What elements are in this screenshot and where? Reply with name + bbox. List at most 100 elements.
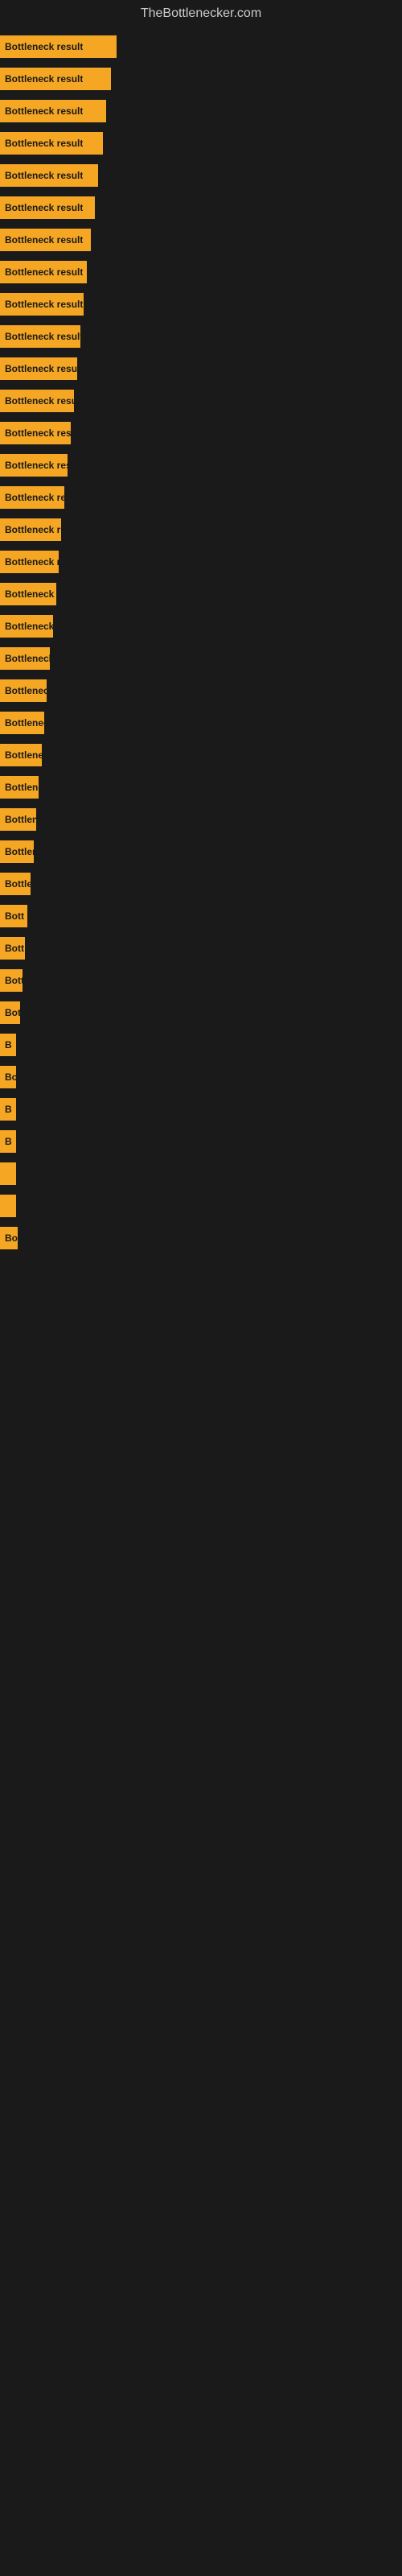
bar-row: Bo bbox=[0, 1066, 402, 1088]
bar-row: Bottleneck result bbox=[0, 229, 402, 251]
bar-row: Bottleneck result bbox=[0, 422, 402, 444]
bar-row: Bottleneck result bbox=[0, 551, 402, 573]
bar-label: Bottleneck res bbox=[5, 717, 44, 729]
bar-label: Bottleneck result bbox=[5, 427, 71, 439]
bar-label: Bottlen bbox=[5, 846, 34, 857]
bar-item: B bbox=[0, 1034, 16, 1056]
bar-item: B bbox=[0, 1098, 16, 1121]
bar-row: Bottlen bbox=[0, 969, 402, 992]
bar-item: Bottleneck resu bbox=[0, 808, 36, 831]
bar-row bbox=[0, 1195, 402, 1217]
bar-item: Bottleneck result bbox=[0, 518, 61, 541]
bar-row: Bottleneck result bbox=[0, 293, 402, 316]
bar-label: B bbox=[5, 1136, 12, 1147]
bar-label: Bot bbox=[5, 1007, 20, 1018]
bar-row: Bottleneck result bbox=[0, 454, 402, 477]
bar-row: Bottleneck resu bbox=[0, 808, 402, 831]
bar-label: Bottleneck result bbox=[5, 266, 83, 278]
bar-item bbox=[0, 1195, 16, 1217]
bar-item: Bottleneck result bbox=[0, 229, 91, 251]
bar-row: Bottleneck result bbox=[0, 357, 402, 380]
bar-item: Bottleneck result bbox=[0, 357, 77, 380]
bar-row: B bbox=[0, 1130, 402, 1153]
bar-item: Bottleneck bbox=[0, 776, 39, 799]
bar-row: Bo bbox=[0, 1227, 402, 1249]
bar-label: Bott bbox=[5, 910, 24, 922]
bar-item: Bottleneck result bbox=[0, 100, 106, 122]
bar-label: Bottleneck result bbox=[5, 234, 83, 246]
bar-row: Bottleneck result bbox=[0, 68, 402, 90]
bar-label: Bottleneck bbox=[5, 782, 39, 793]
bar-label: B bbox=[5, 1039, 12, 1051]
bar-item: Bottleneck result bbox=[0, 132, 103, 155]
bar-item: Bot bbox=[0, 1001, 20, 1024]
bar-row: Bottleneck result bbox=[0, 164, 402, 187]
bar-row: Bottleneck resu bbox=[0, 679, 402, 702]
bar-item: Bottleneck result bbox=[0, 261, 87, 283]
bar-label: Bottleneck result bbox=[5, 41, 83, 52]
bar-item: Bottle bbox=[0, 873, 31, 895]
bar-row: Bottleneck result bbox=[0, 583, 402, 605]
bar-row: B bbox=[0, 1098, 402, 1121]
bar-row: Bott bbox=[0, 905, 402, 927]
bar-row: Bottleneck r bbox=[0, 647, 402, 670]
bar-item: Bottlen bbox=[0, 969, 23, 992]
bar-item: Bottleneck res bbox=[0, 712, 44, 734]
bar-item: Bottleneck result bbox=[0, 454, 68, 477]
bar-item: Bottleneck result bbox=[0, 551, 59, 573]
bar-label: B bbox=[5, 1104, 12, 1115]
bar-item bbox=[0, 1162, 16, 1185]
bar-item: Bottleneck resu bbox=[0, 679, 47, 702]
bar-label: Bottle bbox=[5, 878, 31, 890]
bar-item: Bottleneck result bbox=[0, 68, 111, 90]
bar-item: Bo bbox=[0, 1066, 16, 1088]
bar-row: Bottleneck result bbox=[0, 744, 402, 766]
bar-item: Bott bbox=[0, 905, 27, 927]
bar-row: Bottleneck result bbox=[0, 35, 402, 58]
bar-label: Bottleneck result bbox=[5, 363, 77, 374]
bar-item: Bottleneck result bbox=[0, 164, 98, 187]
bar-item: Bottleneck resu bbox=[0, 615, 53, 638]
bar-item: Bottleneck result bbox=[0, 196, 95, 219]
bar-label: Bottleneck resu bbox=[5, 621, 53, 632]
site-title: TheBottlenecker.com bbox=[0, 0, 402, 27]
bar-row: Bott bbox=[0, 937, 402, 960]
bar-label: Bott bbox=[5, 943, 24, 954]
bar-row: Bottleneck res bbox=[0, 712, 402, 734]
bar-item: Bottleneck result bbox=[0, 390, 74, 412]
bar-label: Bottleneck result bbox=[5, 556, 59, 568]
bar-item: Bottleneck result bbox=[0, 422, 71, 444]
bar-row: Bottleneck result bbox=[0, 132, 402, 155]
bar-row: Bottleneck result bbox=[0, 390, 402, 412]
bar-row: Bottleneck result bbox=[0, 518, 402, 541]
bar-label: Bottleneck result bbox=[5, 492, 64, 503]
bar-label: Bottleneck result bbox=[5, 73, 83, 85]
bar-row bbox=[0, 1162, 402, 1185]
bar-row: Bottle bbox=[0, 873, 402, 895]
bar-label: Bottleneck r bbox=[5, 653, 50, 664]
bar-label: Bottleneck resu bbox=[5, 685, 47, 696]
bar-label: Bottleneck result bbox=[5, 170, 83, 181]
bar-row: Bot bbox=[0, 1001, 402, 1024]
bar-row: Bottleneck result bbox=[0, 325, 402, 348]
bar-row: Bottleneck result bbox=[0, 486, 402, 509]
bar-item: Bottleneck result bbox=[0, 744, 42, 766]
bar-item: Bott bbox=[0, 937, 25, 960]
bar-item: Bottlen bbox=[0, 840, 34, 863]
bar-label: Bottleneck result bbox=[5, 395, 74, 407]
bar-item: Bottleneck result bbox=[0, 293, 84, 316]
bar-item: Bo bbox=[0, 1227, 18, 1249]
bar-row: B bbox=[0, 1034, 402, 1056]
bar-item: Bottleneck r bbox=[0, 647, 50, 670]
bar-label: Bo bbox=[5, 1071, 16, 1083]
bar-item: Bottleneck result bbox=[0, 325, 80, 348]
bar-label: Bottleneck resu bbox=[5, 814, 36, 825]
bar-row: Bottlen bbox=[0, 840, 402, 863]
bar-label: Bottleneck result bbox=[5, 749, 42, 761]
bar-row: Bottleneck result bbox=[0, 261, 402, 283]
bars-container: Bottleneck result Bottleneck result Bottle… bbox=[0, 27, 402, 1267]
bar-label: Bottleneck result bbox=[5, 105, 83, 117]
bar-row: Bottleneck result bbox=[0, 100, 402, 122]
bar-row: Bottleneck result bbox=[0, 196, 402, 219]
bar-label: Bottleneck result bbox=[5, 299, 83, 310]
